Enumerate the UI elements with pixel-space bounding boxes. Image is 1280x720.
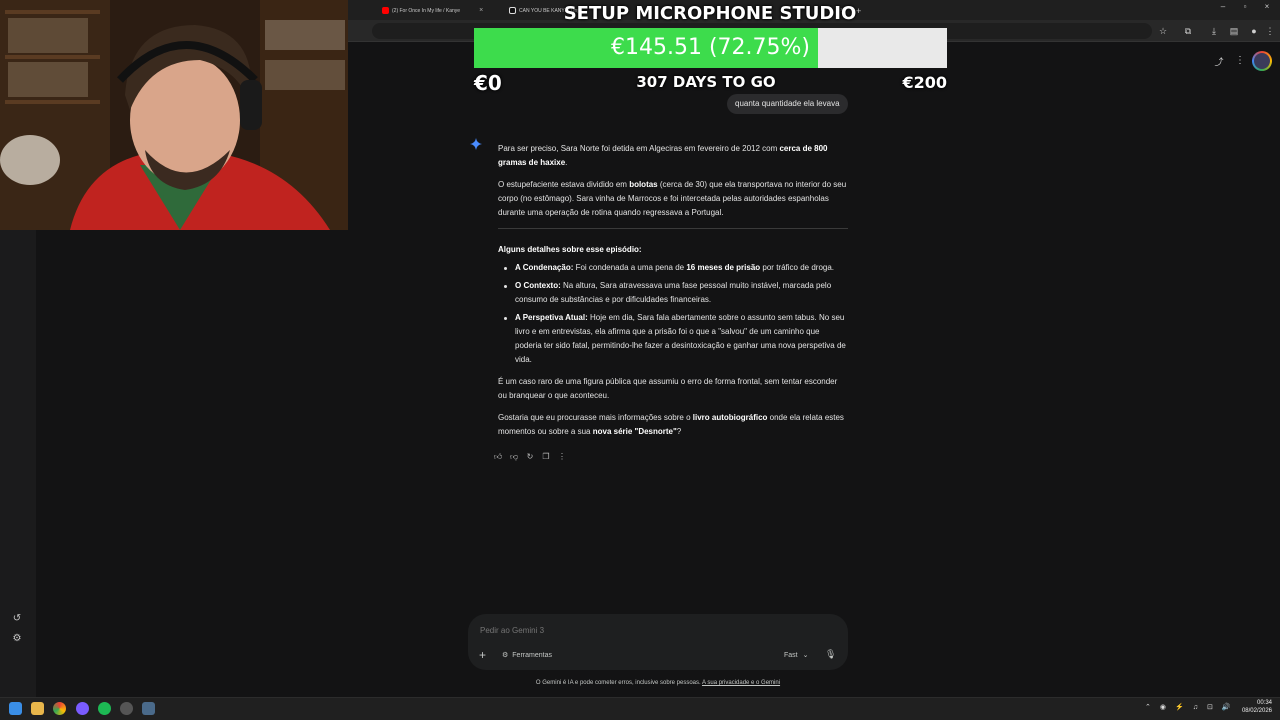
response-paragraph: É um caso raro de uma figura pública que… — [498, 377, 838, 400]
close-icon[interactable]: × — [479, 7, 483, 14]
list-item: O Contexto: Na altura, Sara atravessava … — [498, 279, 848, 307]
text-span: Na altura, Sara atravessava uma fase pes… — [515, 281, 832, 304]
minimize-icon[interactable]: – — [1212, 2, 1234, 11]
days-left: 307 DAYS TO GO — [636, 73, 776, 91]
chrome-icon[interactable] — [53, 702, 66, 715]
thumbs-up-icon[interactable]: 👍︎ — [492, 451, 504, 463]
text-span: O estupefaciente estava dividido em — [498, 180, 630, 189]
bold-span: O Contexto: — [515, 281, 561, 290]
tray-icons[interactable]: ⌃◉⚡♫⊡🔊 — [1145, 703, 1240, 711]
divider — [498, 228, 848, 229]
regenerate-icon[interactable]: ↻ — [524, 451, 536, 463]
menu-icon[interactable]: ⋮ — [1264, 25, 1276, 37]
profile-icon[interactable]: ● — [1248, 25, 1260, 37]
notepad-icon[interactable] — [142, 702, 155, 715]
text-span: . — [565, 158, 568, 167]
prompt-box: + ⚙ Ferramentas Fast ⌄ 🎙︎ — [468, 614, 848, 670]
obs-icon[interactable] — [120, 702, 133, 715]
tools-icon: ⚙ — [502, 652, 509, 659]
overlay-title: SETUP MICROPHONE STUDIO — [563, 3, 857, 24]
window-close-icon[interactable]: × — [1256, 2, 1278, 11]
youtube-icon — [382, 7, 389, 14]
text-span: ? — [676, 427, 682, 436]
tab-youtube[interactable]: (2) For Once In My life / Kanye × — [376, 3, 489, 18]
goal-min: €0 — [474, 71, 502, 95]
more-options-icon[interactable]: ⋮ — [1234, 55, 1246, 67]
user-message: quanta quantidade ela levava — [727, 94, 848, 114]
history-icon[interactable]: ↺ — [10, 612, 24, 626]
privacy-link[interactable]: A sua privacidade e o Gemini — [702, 680, 780, 686]
date: 08/02/2026 — [1241, 708, 1272, 714]
model-label: Fast — [784, 651, 798, 659]
text-span: Foi condenada a uma pena de — [573, 263, 687, 272]
webcam-image — [0, 0, 348, 230]
bold-span: A Condenação: — [515, 263, 574, 272]
disclaimer: O Gemini é IA e pode cometer erros, incl… — [468, 680, 848, 686]
add-button[interactable]: + — [479, 648, 486, 662]
bold-span: nova série "Desnorte" — [592, 427, 677, 436]
clock[interactable]: 00:34 08/02/2026 — [1236, 699, 1272, 715]
file-explorer-icon[interactable] — [31, 702, 44, 715]
gemini-response: Para ser preciso, Sara Norte foi detida … — [498, 142, 848, 447]
goal-max: €200 — [902, 73, 947, 92]
time: 00:34 — [1256, 700, 1272, 706]
app-icon[interactable] — [76, 702, 89, 715]
maximize-icon[interactable]: ▫ — [1234, 2, 1256, 11]
extensions-icon[interactable]: ⧉ — [1182, 25, 1194, 37]
chevron-down-icon: ⌄ — [802, 652, 809, 659]
list-item: A Condenação: Foi condenada a uma pena d… — [498, 261, 848, 275]
account-avatar[interactable] — [1252, 51, 1272, 71]
text-span: Gostaria que eu procurasse mais informaç… — [498, 413, 693, 422]
list-item: A Perspetiva Atual: Hoje em dia, Sara fa… — [498, 311, 848, 367]
text-span: Para ser preciso, Sara Norte foi detida … — [498, 144, 780, 153]
tiktok-icon — [509, 7, 516, 14]
disclaimer-text: O Gemini é IA e pode cometer erros, incl… — [535, 680, 703, 686]
bold-span: livro autobiográfico — [692, 413, 768, 422]
tab-label: (2) For Once In My life / Kanye — [392, 7, 461, 14]
response-paragraph: O estupefaciente estava dividido em bolo… — [498, 178, 848, 220]
gemini-spark-icon — [470, 138, 482, 150]
prompt-input[interactable] — [480, 623, 820, 637]
bold-span: bolotas — [629, 180, 658, 189]
goal-amount: €145.51 (72.75%) — [610, 35, 811, 60]
share-icon[interactable]: ⤴ — [1213, 55, 1225, 67]
taskbar — [0, 697, 1280, 720]
webcam-feed — [0, 0, 348, 230]
text-span: por tráfico de droga. — [760, 263, 835, 272]
start-icon[interactable] — [9, 702, 22, 715]
star-icon[interactable]: ☆ — [1157, 25, 1169, 37]
model-selector[interactable]: Fast ⌄ — [784, 651, 809, 660]
thumbs-down-icon[interactable]: 👎︎ — [508, 451, 520, 463]
goal-progress-bar: €145.51 (72.75%) — [474, 28, 947, 68]
spotify-icon[interactable] — [98, 702, 111, 715]
avatar-image — [1254, 53, 1270, 69]
settings-icon[interactable]: ⚙ — [10, 632, 24, 646]
tools-label: Ferramentas — [512, 651, 552, 659]
response-paragraph: Gostaria que eu procurasse mais informaç… — [498, 411, 848, 439]
bold-span: A Perspetiva Atual: — [515, 313, 588, 322]
bold-span: 16 meses de prisão — [686, 263, 761, 272]
details-list: A Condenação: Foi condenada a uma pena d… — [498, 261, 848, 367]
response-heading: Alguns detalhes sobre esse episódio: — [498, 243, 848, 257]
more-vert-icon[interactable]: ⋮ — [556, 451, 568, 463]
tools-button[interactable]: ⚙ Ferramentas — [502, 651, 552, 660]
sidepanel-icon[interactable]: ▤ — [1228, 25, 1240, 37]
copy-icon[interactable]: ❐ — [540, 451, 552, 463]
bold-span: Alguns detalhes sobre esse episódio: — [498, 245, 642, 254]
microphone-icon[interactable]: 🎙︎ — [825, 649, 836, 660]
download-icon[interactable]: ⤓ — [1208, 25, 1220, 37]
response-paragraph: Para ser preciso, Sara Norte foi detida … — [498, 142, 848, 170]
